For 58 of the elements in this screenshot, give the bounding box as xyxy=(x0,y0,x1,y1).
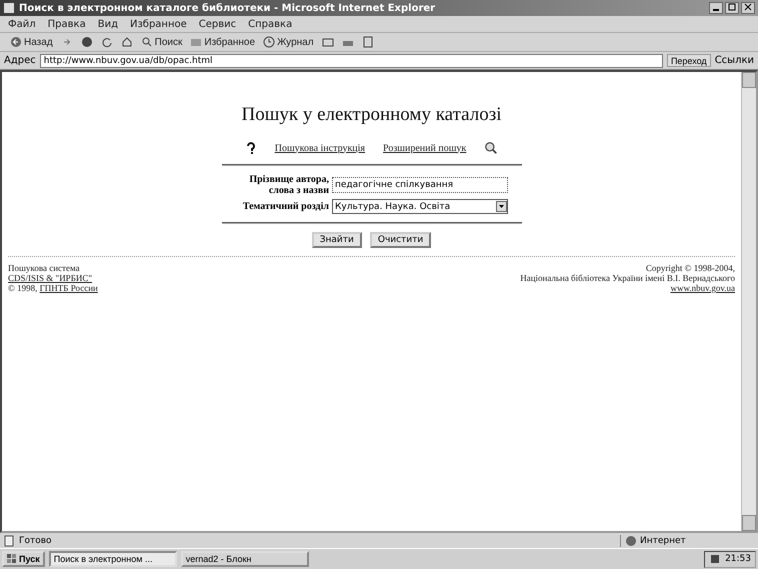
windows-logo-icon xyxy=(7,554,17,564)
status-text: Готово xyxy=(19,536,52,546)
toolbar-button[interactable]: Журнал xyxy=(261,36,316,48)
footer-link[interactable]: www.nbuv.gov.ua xyxy=(670,283,735,293)
menu-item[interactable]: Справка xyxy=(248,18,292,30)
maximize-button[interactable] xyxy=(725,2,739,14)
stop-icon xyxy=(80,36,93,48)
toolbar-button[interactable] xyxy=(320,36,336,48)
magnifier-icon xyxy=(484,141,498,155)
menu-item[interactable]: Вид xyxy=(98,18,118,30)
toolbar-button[interactable]: Поиск xyxy=(138,36,184,48)
footer-text: Copyright © 1998-2004, xyxy=(646,263,735,273)
menu-item[interactable]: Сервис xyxy=(198,18,236,30)
scrollbar[interactable] xyxy=(741,72,756,531)
text-link[interactable]: Розширений пошук xyxy=(383,142,466,154)
document-icon xyxy=(362,36,374,48)
home-icon xyxy=(120,36,133,48)
refresh-icon xyxy=(100,36,113,48)
toolbar-button[interactable]: Избранное xyxy=(188,36,258,48)
browser-icon xyxy=(3,2,15,14)
question-mark-icon xyxy=(244,140,257,156)
footer-text: Національна бібліотека України імені В.І. Вернадського xyxy=(520,273,735,283)
menu-item[interactable]: Файл xyxy=(8,18,36,30)
page-icon xyxy=(3,534,15,546)
footer-link[interactable]: CDS/ISIS & "ИРБИС" xyxy=(8,273,92,283)
taskbar-button[interactable]: Поиск в электронном ... xyxy=(48,551,177,567)
start-button[interactable]: Пуск xyxy=(2,551,45,567)
clear-button[interactable]: Очистити xyxy=(370,232,432,248)
page-heading: Пошук у електронному каталозі xyxy=(242,104,502,126)
close-icon xyxy=(744,3,752,11)
envelope-icon xyxy=(322,36,334,48)
category-select[interactable]: Культура. Наука. Освіта xyxy=(332,199,508,214)
maximize-icon xyxy=(728,3,736,11)
clock: 21:53 xyxy=(725,554,751,564)
toolbar-button[interactable]: Назад xyxy=(8,36,55,48)
links-label[interactable]: Ссылки xyxy=(714,55,754,66)
footer-text: © 1998, xyxy=(8,283,38,293)
zone-text: Интернет xyxy=(640,536,686,546)
search-icon xyxy=(140,36,153,48)
tray-icon xyxy=(709,553,722,565)
text-link[interactable]: Пошукова інструкція xyxy=(274,142,366,154)
clock-icon xyxy=(263,36,276,48)
minimize-button[interactable] xyxy=(709,2,723,14)
menu-item[interactable]: Правка xyxy=(48,18,86,30)
taskbar-button[interactable]: vernad2 - Блокн xyxy=(180,551,309,567)
field-label: Тематичний розділ xyxy=(242,201,329,212)
close-button[interactable] xyxy=(741,2,755,14)
minimize-icon xyxy=(713,9,719,11)
address-field[interactable]: http://www.nbuv.gov.ua/db/opac.html xyxy=(40,54,663,68)
go-button[interactable]: Переход xyxy=(666,54,711,67)
window-title: Поиск в электронном каталоге библиотеки - Microsoft Internet Explorer xyxy=(19,2,436,14)
field-label: Прізвище автора, слова з назви xyxy=(248,174,329,196)
footer-text: Пошукова система xyxy=(8,263,80,273)
find-button[interactable]: Знайти xyxy=(312,232,362,248)
footer-link[interactable]: ГПНТБ России xyxy=(40,283,98,293)
menu-item[interactable]: Избранное xyxy=(130,18,187,30)
search-field[interactable]: педагогічне спілкування xyxy=(332,177,508,193)
address-label: Адрес xyxy=(4,55,36,66)
